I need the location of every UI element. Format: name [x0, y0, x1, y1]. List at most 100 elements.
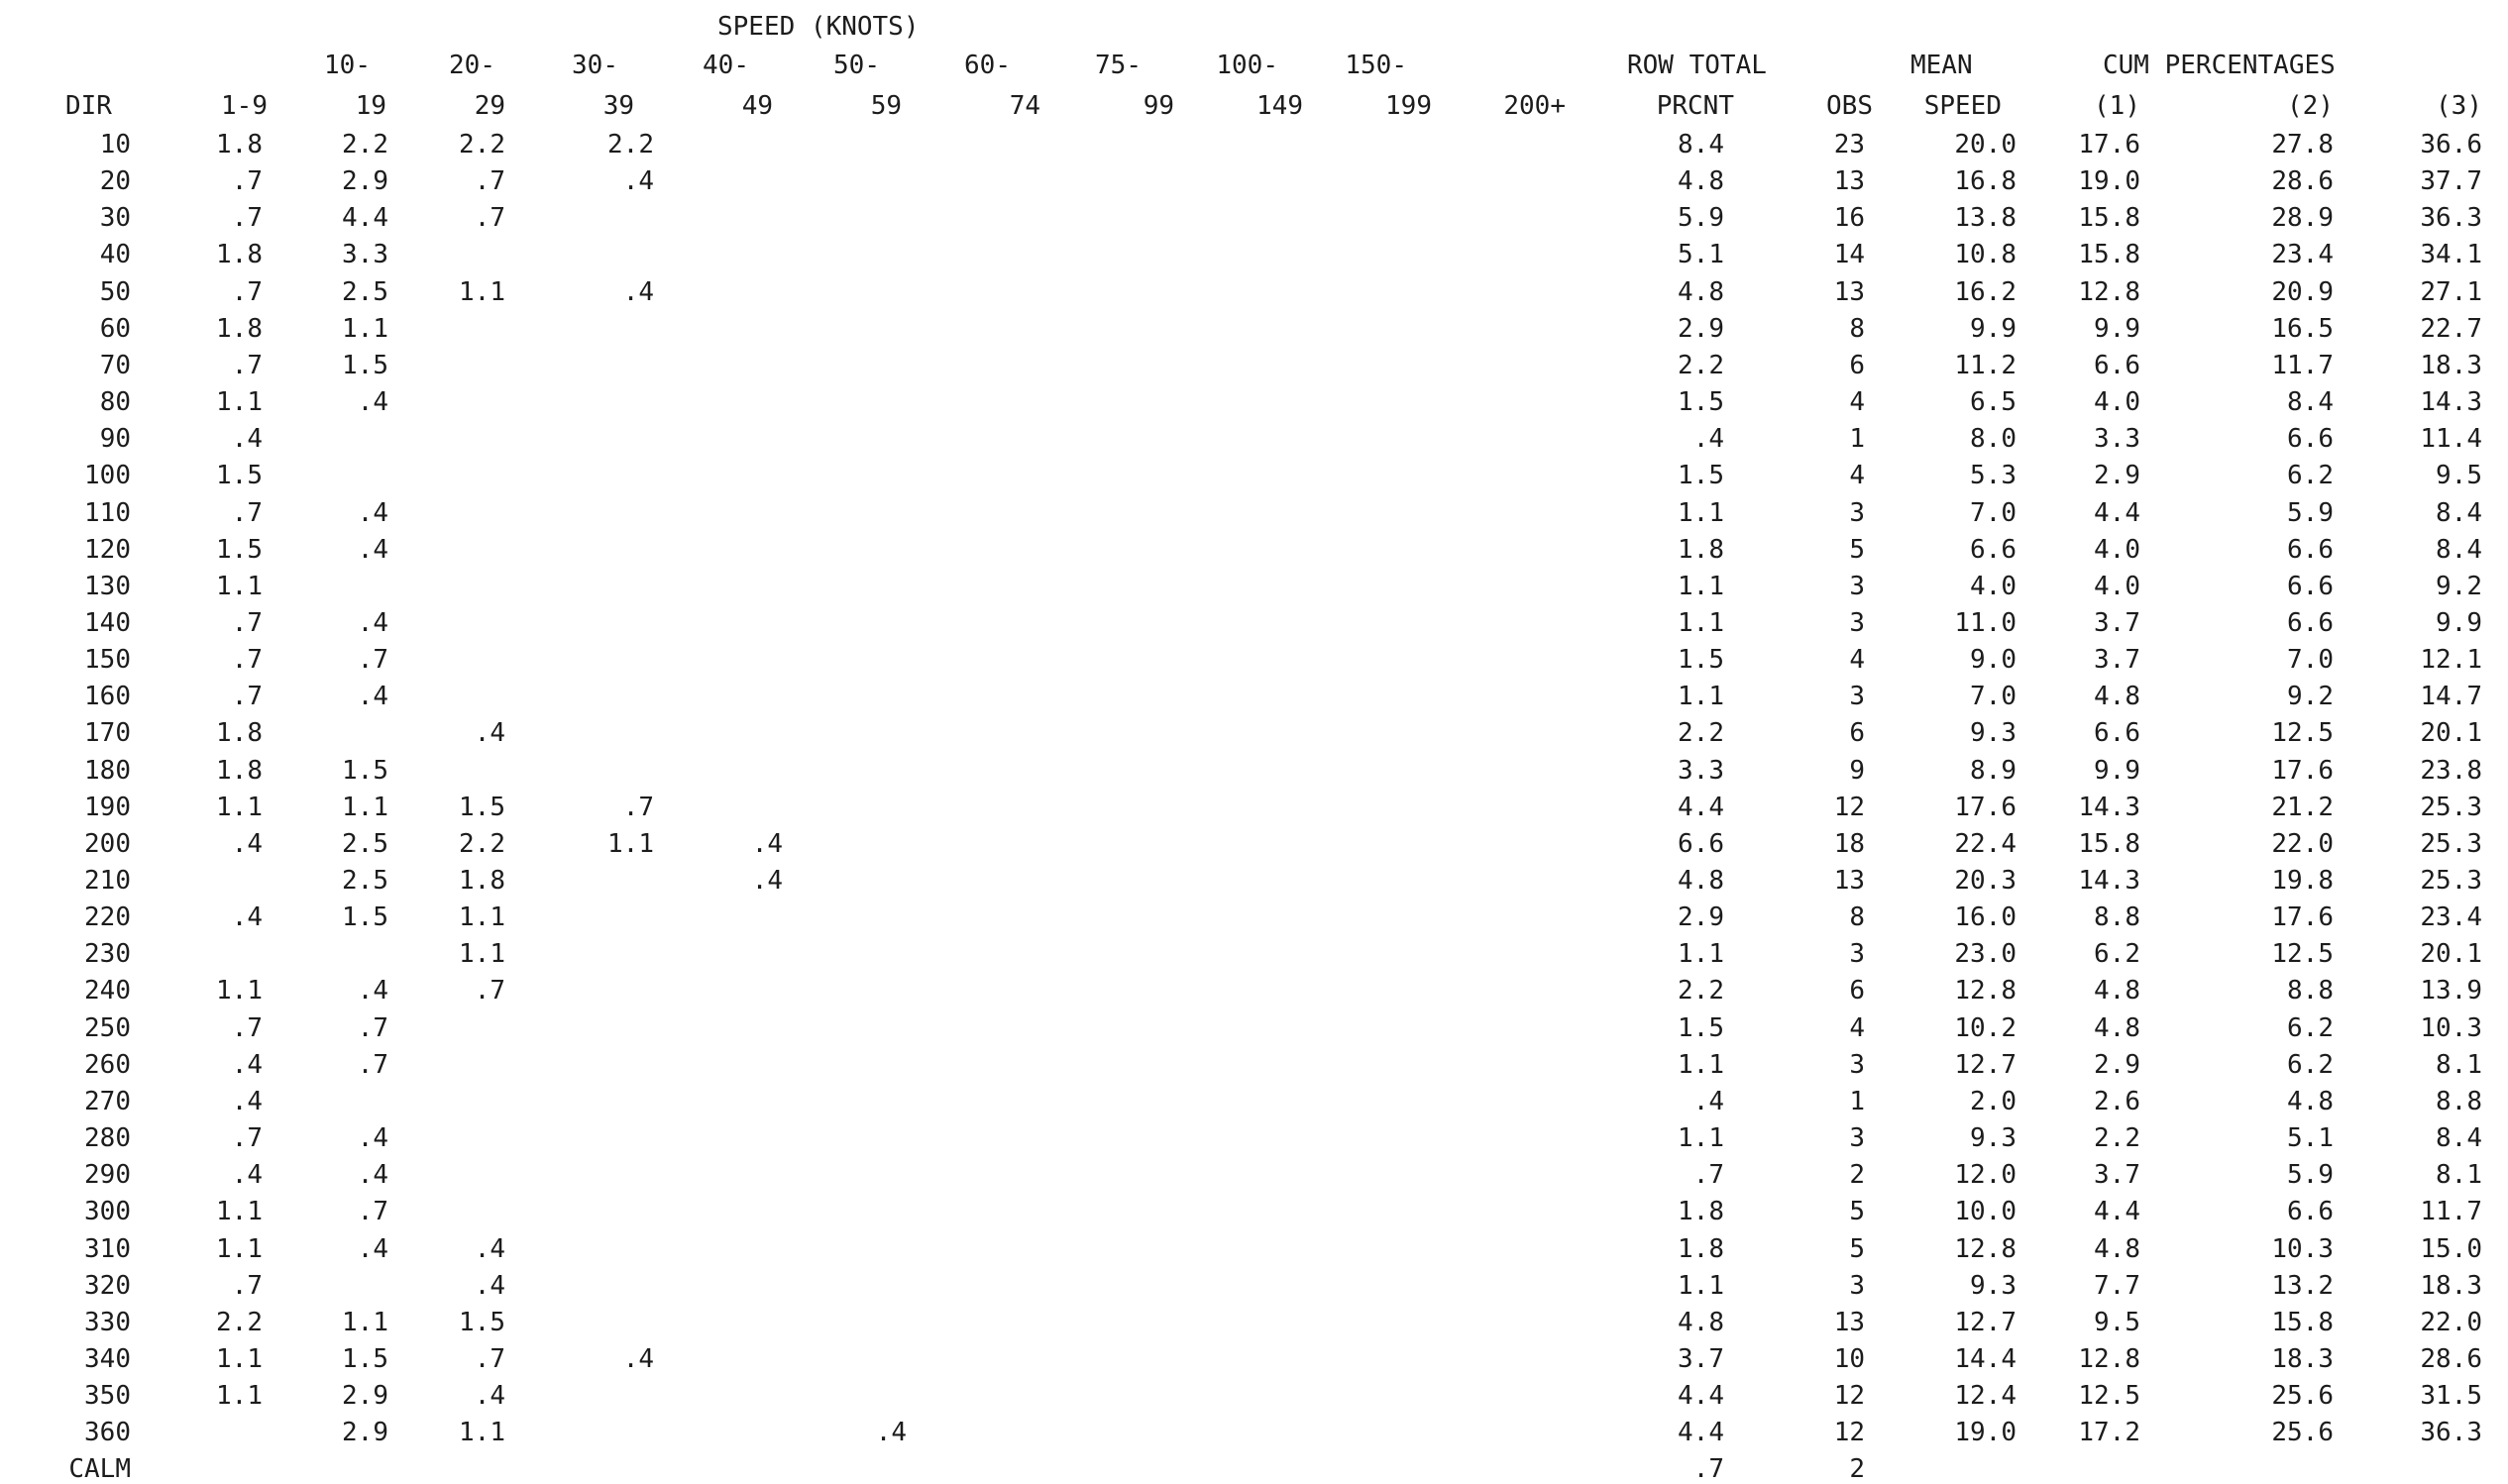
dir-value: 210	[84, 866, 131, 896]
row-total-obs: 12	[1833, 793, 1865, 822]
cum-pct-2: 13.2	[2271, 1271, 2334, 1301]
row-total-prcnt: 4.8	[1678, 166, 1724, 196]
cum-pct-3: 25.3	[2420, 829, 2482, 859]
cum-pct-3: 36.3	[2420, 1418, 2482, 1447]
row-total-prcnt: 2.2	[1678, 718, 1724, 748]
band-percent-cell: .4	[357, 387, 388, 417]
row-total-obs: 4	[1849, 461, 1865, 490]
speed-title: SPEED (KNOTS)	[717, 12, 920, 42]
cum-pct-1: 4.0	[2094, 535, 2140, 565]
row-total-prcnt: 2.9	[1678, 902, 1724, 932]
band-percent-cell: .7	[357, 1197, 388, 1226]
cum-percentages-label: CUM PERCENTAGES	[2103, 51, 2336, 80]
row-total-prcnt: 4.8	[1678, 277, 1724, 307]
row-total-prcnt: 1.5	[1678, 461, 1724, 490]
cum-pct-1: 2.2	[2094, 1123, 2140, 1153]
cum-pct-3: 11.4	[2420, 424, 2482, 454]
band-percent-cell: 1.5	[459, 793, 505, 822]
row-total-obs: 1	[1849, 424, 1865, 454]
row-total-obs: 6	[1849, 718, 1865, 748]
band-percent-cell: .4	[751, 829, 783, 859]
band-percent-cell: .4	[231, 1087, 263, 1116]
band-bottom-label: 59	[870, 91, 902, 121]
row-total-obs: 13	[1833, 166, 1865, 196]
cum-pct-3: 8.1	[2436, 1050, 2482, 1080]
cum-pct-2: 6.6	[2287, 424, 2334, 454]
row-total-prcnt: 2.2	[1678, 976, 1724, 1006]
row-total-prcnt: 4.4	[1678, 793, 1724, 822]
cum-pct-2: 11.7	[2271, 351, 2334, 380]
row-total-prcnt: 1.1	[1678, 1123, 1724, 1153]
cum-col-1-label: (1)	[2094, 91, 2140, 121]
band-percent-cell: .4	[357, 1123, 388, 1153]
band-percent-cell: 2.2	[459, 829, 505, 859]
cum-pct-3: 20.1	[2420, 718, 2482, 748]
band-bottom-label: 19	[355, 91, 386, 121]
row-total-prcnt: .4	[1692, 1087, 1724, 1116]
band-bottom-label: 49	[741, 91, 773, 121]
row-total-prcnt: 1.8	[1678, 1197, 1724, 1226]
mean-label: MEAN	[1910, 51, 1973, 80]
row-total-obs: 8	[1849, 902, 1865, 932]
cum-pct-1: 6.2	[2094, 939, 2140, 969]
cum-pct-1: 12.8	[2078, 277, 2140, 307]
band-percent-cell: .4	[357, 1160, 388, 1190]
cum-pct-3: 20.1	[2420, 939, 2482, 969]
band-top-label: 60-	[964, 51, 1011, 80]
row-total-obs: 3	[1849, 1123, 1865, 1153]
band-percent-cell: 1.1	[342, 314, 388, 344]
band-bottom-label: 149	[1256, 91, 1303, 121]
band-top-label: 30-	[572, 51, 618, 80]
row-total-prcnt: 6.6	[1678, 829, 1724, 859]
cum-pct-2: 5.9	[2287, 1160, 2334, 1190]
cum-pct-3: 13.9	[2420, 976, 2482, 1006]
cum-pct-2: 5.1	[2287, 1123, 2334, 1153]
speed-label: SPEED	[1923, 91, 2002, 121]
cum-pct-3: 23.8	[2420, 756, 2482, 786]
cum-pct-1: 15.8	[2078, 203, 2140, 233]
cum-pct-3: 37.7	[2420, 166, 2482, 196]
row-total-prcnt: 2.2	[1678, 351, 1724, 380]
row-total-obs: 3	[1849, 682, 1865, 711]
cum-pct-2: 6.2	[2287, 461, 2334, 490]
cum-pct-2: 6.6	[2287, 1197, 2334, 1226]
cum-pct-3: 9.9	[2436, 608, 2482, 638]
cum-pct-1: 4.8	[2094, 1234, 2140, 1264]
cum-pct-1: 12.5	[2078, 1381, 2140, 1411]
row-total-obs: 3	[1849, 1271, 1865, 1301]
cum-pct-2: 10.3	[2271, 1234, 2334, 1264]
band-top-label: 150-	[1345, 51, 1407, 80]
row-total-obs: 4	[1849, 387, 1865, 417]
cum-pct-2: 6.6	[2287, 572, 2334, 601]
band-percent-cell: .7	[357, 1013, 388, 1043]
row-total-obs: 9	[1849, 756, 1865, 786]
cum-pct-1: 17.6	[2078, 130, 2140, 159]
row-total-obs: 5	[1849, 1197, 1865, 1226]
cum-pct-1: 3.7	[2094, 608, 2140, 638]
band-top-label: 100-	[1216, 51, 1278, 80]
row-total-obs: 3	[1849, 498, 1865, 528]
row-total-prcnt: 3.7	[1678, 1344, 1724, 1374]
row-total-obs: 13	[1833, 1308, 1865, 1337]
band-percent-cell: 2.2	[607, 130, 654, 159]
cum-pct-2: 5.9	[2287, 498, 2334, 528]
cum-pct-1: 6.6	[2094, 351, 2140, 380]
cum-pct-3: 25.3	[2420, 866, 2482, 896]
cum-col-2-label: (2)	[2287, 91, 2334, 121]
row-total-prcnt: 1.1	[1678, 682, 1724, 711]
band-percent-cell: .7	[474, 1344, 505, 1374]
dir-value: 230	[84, 939, 131, 969]
cum-pct-3: 8.4	[2436, 535, 2482, 565]
cum-pct-2: 6.2	[2287, 1050, 2334, 1080]
band-bottom-label: 29	[474, 91, 505, 121]
cum-pct-1: 4.4	[2094, 1197, 2140, 1226]
band-percent-cell: 1.1	[459, 939, 505, 969]
cum-pct-1: 9.9	[2094, 756, 2140, 786]
cum-pct-3: 18.3	[2420, 351, 2482, 380]
cum-pct-2: 23.4	[2271, 240, 2334, 269]
cum-pct-1: 9.5	[2094, 1308, 2140, 1337]
row-total-obs: 3	[1849, 572, 1865, 601]
band-percent-cell: .4	[357, 608, 388, 638]
cum-pct-3: 10.3	[2420, 1013, 2482, 1043]
band-percent-cell: 1.1	[459, 277, 505, 307]
